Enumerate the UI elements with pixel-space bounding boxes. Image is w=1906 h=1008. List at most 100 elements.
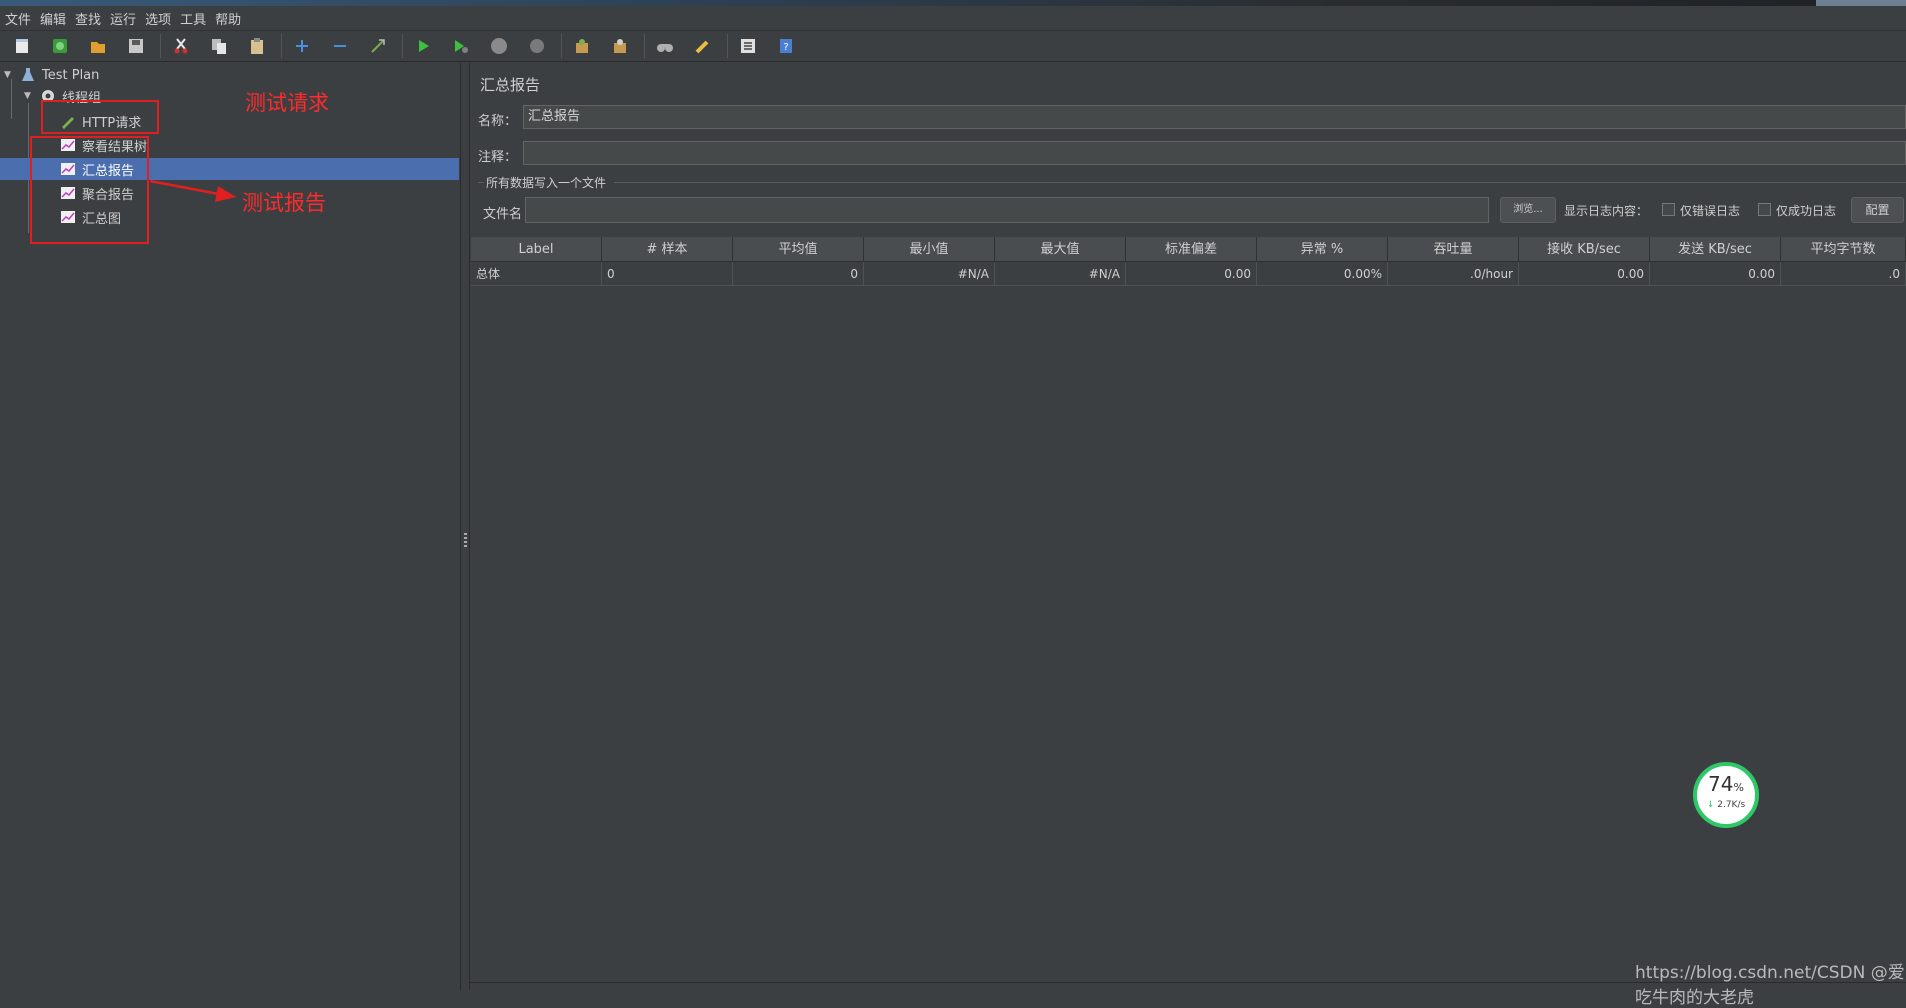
stop-button[interactable] <box>485 32 513 60</box>
browse-button[interactable]: 浏览... <box>1500 197 1556 223</box>
menu-options[interactable]: 选项 <box>141 9 175 28</box>
comment-label: 注释： <box>478 150 518 165</box>
menu-search[interactable]: 查找 <box>71 9 105 28</box>
templates-icon <box>53 39 67 53</box>
menu-tools[interactable]: 工具 <box>176 9 210 28</box>
table-cell: 0.00 <box>1126 262 1257 286</box>
network-speed-widget[interactable]: 74% ↓ 2.7K/s <box>1693 762 1759 828</box>
start-button[interactable] <box>409 32 437 60</box>
annotation-box-request <box>41 100 159 134</box>
reset-search-icon <box>695 40 709 54</box>
comment-field[interactable] <box>523 141 1906 165</box>
pane-splitter[interactable] <box>461 63 470 990</box>
column-header[interactable]: 发送 KB/sec <box>1650 237 1781 262</box>
collapse-arrow-icon[interactable]: ▼ <box>4 70 14 80</box>
annotation-report-label: 测试报告 <box>242 191 326 215</box>
search-button[interactable] <box>651 32 679 60</box>
reset-search-button[interactable] <box>689 32 717 60</box>
page-title: 汇总报告 <box>480 76 541 94</box>
tree-item-test-plan[interactable]: ▼ Test Plan <box>4 64 99 86</box>
column-header[interactable]: # 样本 <box>602 237 733 262</box>
collapse-button[interactable] <box>326 32 354 60</box>
start-no-pause-button[interactable] <box>447 32 475 60</box>
toolbar-separator <box>160 34 161 58</box>
column-header[interactable]: 接收 KB/sec <box>1519 237 1650 262</box>
table-cell: 0 <box>733 262 864 286</box>
column-header[interactable]: 最小值 <box>864 237 995 262</box>
collapse-arrow-icon[interactable]: ▼ <box>24 91 34 101</box>
results-table-header: Label # 样本 平均值 最小值 最大值 标准偏差 异常 % 吞吐量 接收 … <box>471 237 1906 262</box>
templates-button[interactable] <box>46 32 74 60</box>
table-cell: 0.00% <box>1257 262 1388 286</box>
help-button[interactable]: ? <box>772 32 800 60</box>
table-cell: 0.00 <box>1519 262 1650 286</box>
copy-icon <box>212 39 226 54</box>
summary-report-panel: 汇总报告 名称： 汇总报告 注释： 所有数据写入一个文件 文件名 浏览... 显… <box>470 63 1906 990</box>
paste-icon <box>251 38 263 54</box>
network-usage-unit: % <box>1733 781 1744 794</box>
toolbar-separator <box>727 34 728 58</box>
new-button[interactable] <box>8 32 36 60</box>
clear-all-button[interactable] <box>606 32 634 60</box>
errors-only-checkbox[interactable] <box>1662 203 1675 216</box>
configure-button[interactable]: 配置 <box>1851 197 1904 223</box>
toolbar-separator <box>281 34 282 58</box>
table-cell: #N/A <box>995 262 1126 286</box>
column-header[interactable]: 标准偏差 <box>1126 237 1257 262</box>
cut-button[interactable] <box>167 32 195 60</box>
annotation-arrow-icon <box>149 179 236 202</box>
stop-icon <box>491 38 507 54</box>
menu-file[interactable]: 文件 <box>1 9 35 28</box>
column-header[interactable]: Label <box>471 237 602 262</box>
copy-button[interactable] <box>205 32 233 60</box>
annotation-box-reports <box>30 136 149 244</box>
flask-icon <box>22 68 34 81</box>
clear-icon <box>576 39 588 53</box>
success-only-label: 仅成功日志 <box>1776 204 1837 218</box>
filename-label: 文件名 <box>483 207 523 222</box>
paste-button[interactable] <box>243 32 271 60</box>
column-header[interactable]: 吞吐量 <box>1388 237 1519 262</box>
toolbar-separator <box>561 34 562 58</box>
expand-icon <box>296 40 308 52</box>
group-border <box>478 182 484 183</box>
table-cell: #N/A <box>864 262 995 286</box>
save-button[interactable] <box>122 32 150 60</box>
clear-button[interactable] <box>568 32 596 60</box>
start-no-pause-icon <box>455 40 468 53</box>
table-cell: 0.00 <box>1650 262 1781 286</box>
table-cell: 0 <box>602 262 733 286</box>
network-usage-percent: 74% <box>1697 774 1755 798</box>
cut-icon <box>174 38 188 54</box>
column-header[interactable]: 平均值 <box>733 237 864 262</box>
expand-button[interactable] <box>288 32 316 60</box>
help-icon: ? <box>780 39 792 53</box>
column-header[interactable]: 平均字节数 <box>1781 237 1906 262</box>
column-header[interactable]: 最大值 <box>995 237 1126 262</box>
collapse-icon <box>334 45 346 47</box>
watermark: https://blog.csdn.net/CSDN @爱吃牛肉的大老虎 <box>1635 963 1905 1008</box>
test-plan-tree: ▼ Test Plan ▼ 线程组 HTTP请求 察看结果树 汇总报告 聚合报告… <box>0 63 461 990</box>
menu-edit[interactable]: 编辑 <box>36 9 70 28</box>
download-arrow-icon: ↓ <box>1706 800 1715 810</box>
filename-field[interactable] <box>525 197 1489 223</box>
network-speed: ↓ 2.7K/s <box>1697 800 1755 810</box>
toggle-button[interactable] <box>364 32 392 60</box>
menu-run[interactable]: 运行 <box>106 9 140 28</box>
name-field[interactable]: 汇总报告 <box>523 105 1906 129</box>
clear-all-icon <box>614 39 626 53</box>
network-usage-value: 74 <box>1708 772 1734 796</box>
errors-only-label: 仅错误日志 <box>1680 204 1741 218</box>
success-only-checkbox[interactable] <box>1758 203 1771 216</box>
function-helper-icon <box>741 39 755 53</box>
annotation-request-label: 测试请求 <box>245 91 329 115</box>
column-header[interactable]: 异常 % <box>1257 237 1388 262</box>
function-helper-button[interactable] <box>734 32 762 60</box>
open-button[interactable] <box>84 32 112 60</box>
shutdown-button[interactable] <box>523 32 551 60</box>
menu-bar: 文件 编辑 查找 运行 选项 工具 帮助 <box>0 6 1906 31</box>
table-row[interactable]: 总体 0 0 #N/A #N/A 0.00 0.00% .0/hour 0.00… <box>471 262 1906 286</box>
save-icon <box>129 39 143 53</box>
menu-help[interactable]: 帮助 <box>211 9 245 28</box>
table-cell: .0/hour <box>1388 262 1519 286</box>
